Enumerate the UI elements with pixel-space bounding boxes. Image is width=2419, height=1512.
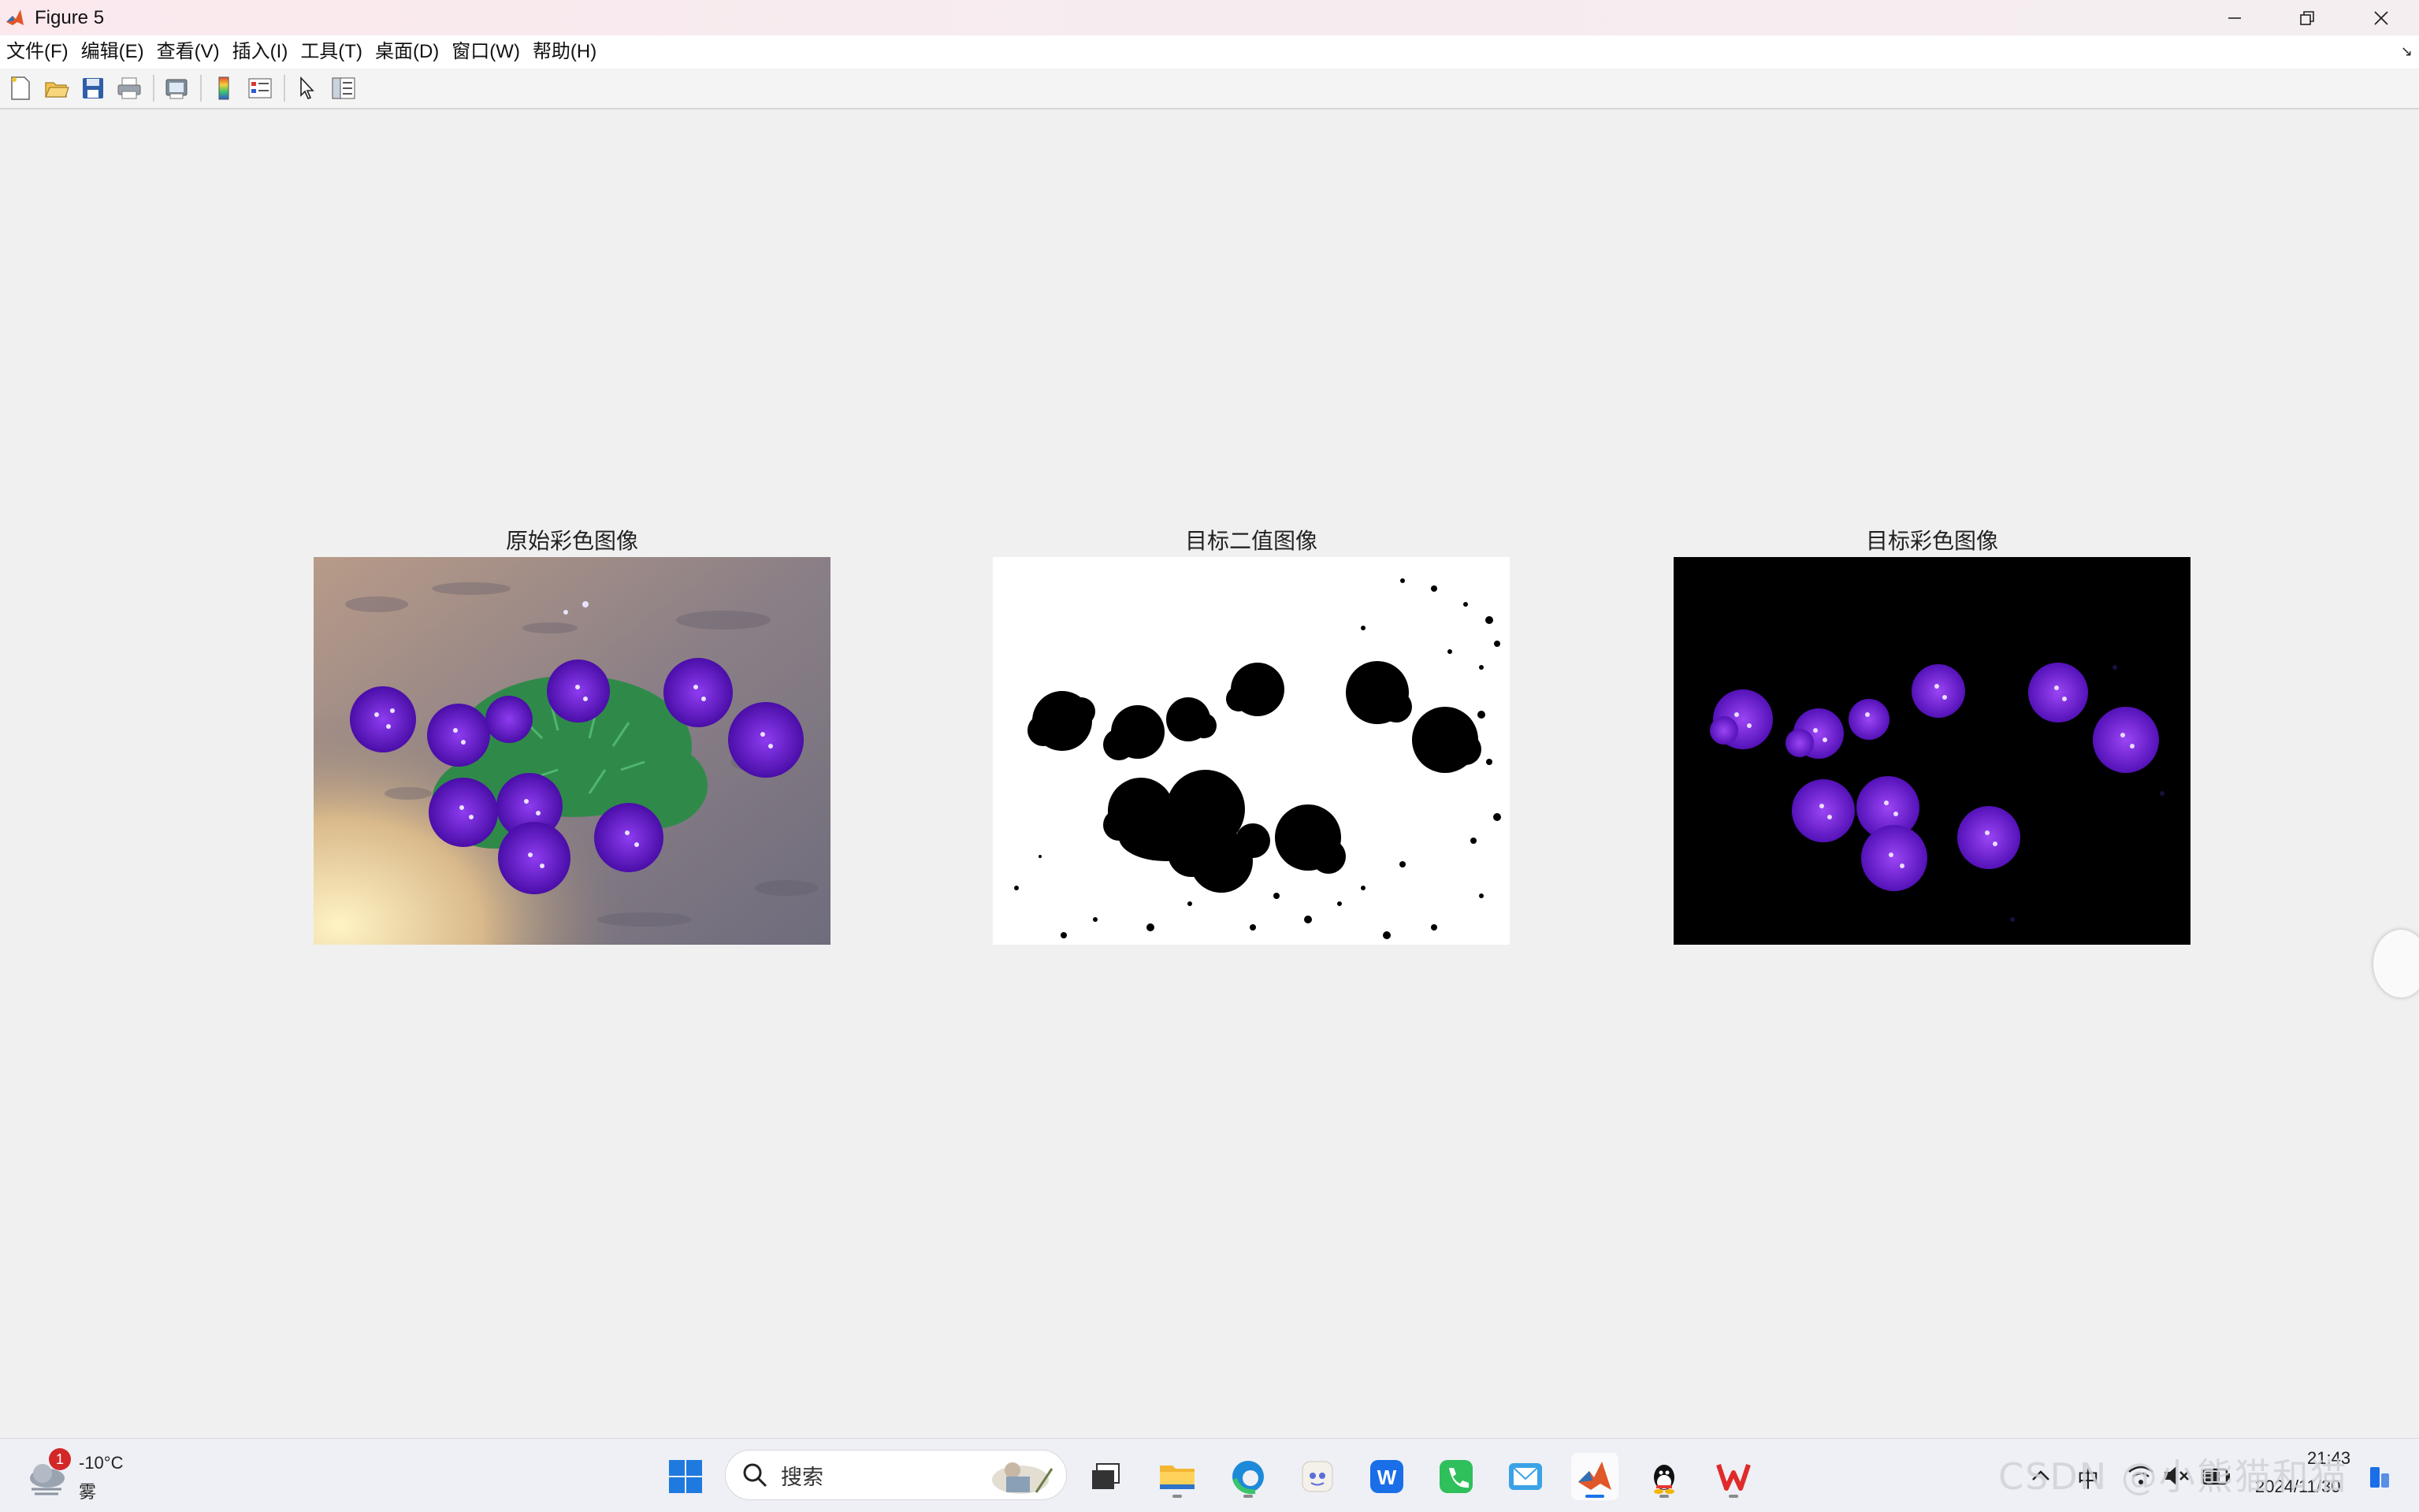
windows-taskbar: 1 -10°C 雾 搜索 W 中 21:43 2024/11/30 CSDN @… <box>0 1438 2419 1512</box>
taskbar-search-box[interactable]: 搜索 <box>725 1450 1067 1500</box>
taskbar-assistant-app[interactable] <box>1294 1453 1341 1500</box>
legend-icon <box>248 78 272 98</box>
mail-app-icon <box>1509 1463 1542 1490</box>
window-title: Figure 5 <box>35 6 105 28</box>
start-button[interactable] <box>662 1453 709 1500</box>
print-preview-button[interactable] <box>161 72 192 104</box>
menu-window[interactable]: 窗口(W) <box>445 35 526 69</box>
restore-icon <box>2300 10 2314 25</box>
segmented-flower-image <box>1674 557 2190 945</box>
weather-badge: 1 <box>49 1448 71 1470</box>
clock-date[interactable]: 2024/11/30 <box>2255 1477 2340 1497</box>
taskbar-edge[interactable] <box>1224 1453 1272 1500</box>
save-button[interactable] <box>77 72 109 104</box>
weather-widget[interactable]: 1 -10°C 雾 <box>22 1448 164 1505</box>
taskbar-task-view[interactable] <box>1083 1453 1130 1500</box>
dock-arrow-icon[interactable]: ↘ <box>2401 43 2413 60</box>
edit-plot-button[interactable] <box>292 72 323 104</box>
search-icon <box>743 1463 767 1488</box>
taskbar-wps[interactable] <box>1710 1453 1757 1500</box>
menu-file[interactable]: 文件(F) <box>0 35 75 69</box>
close-button[interactable] <box>2345 0 2417 35</box>
save-icon <box>83 78 103 98</box>
colorbar-button[interactable] <box>208 72 240 104</box>
axes-title-original: 原始彩色图像 <box>505 528 638 554</box>
taskbar-file-explorer[interactable] <box>1154 1453 1201 1500</box>
svg-text:W: W <box>1377 1466 1397 1489</box>
menu-tools[interactable]: 工具(T) <box>294 35 369 69</box>
weather-condition: 雾 <box>79 1482 97 1502</box>
search-highlight-illustration-icon <box>992 1462 1053 1494</box>
task-view-icon <box>1092 1463 1120 1489</box>
battery-icon[interactable] <box>2202 1466 2231 1488</box>
image-binary-mask <box>993 557 1510 945</box>
binary-mask-image <box>993 557 1510 945</box>
print-button[interactable] <box>113 72 145 104</box>
taskbar-qq[interactable] <box>1641 1453 1688 1500</box>
new-figure-button[interactable] <box>5 72 36 104</box>
chevron-up-icon[interactable] <box>2030 1466 2052 1488</box>
toolbar-separator <box>153 75 154 102</box>
toolbar-separator <box>200 75 202 102</box>
figure-toolbar <box>0 69 2419 110</box>
wifi-icon[interactable] <box>2127 1464 2154 1488</box>
matlab-icon <box>1578 1462 1611 1490</box>
volume-muted-icon[interactable] <box>2162 1464 2192 1488</box>
colorbar-icon <box>218 76 229 100</box>
menu-bar: 文件(F) 编辑(E) 查看(V) 插入(I) 工具(T) 桌面(D) 窗口(W… <box>0 35 2419 69</box>
matlab-figure-window: Figure 5 文件(F) 编辑(E) 查看(V) 插入(I) 工具(T) 桌… <box>0 0 2419 1512</box>
ime-indicator[interactable]: 中 <box>2077 1462 2099 1494</box>
menu-view[interactable]: 查看(V) <box>150 35 226 69</box>
minimize-icon <box>2228 17 2241 19</box>
image-original-color <box>314 557 830 945</box>
print-preview-icon <box>165 79 188 99</box>
close-icon <box>2374 10 2388 25</box>
assistant-app-icon <box>1302 1461 1333 1492</box>
clock-time[interactable]: 21:43 <box>2307 1448 2350 1469</box>
open-folder-icon <box>45 82 69 98</box>
qq-icon <box>1654 1465 1674 1494</box>
notification-icon[interactable] <box>2367 1466 2391 1489</box>
phone-link-icon <box>1440 1460 1473 1493</box>
property-editor-button[interactable] <box>328 72 359 104</box>
axes-title-binary: 目标二值图像 <box>1184 528 1317 554</box>
print-icon <box>117 77 141 99</box>
writer-app-icon: W <box>1370 1460 1403 1493</box>
wps-icon <box>1716 1464 1751 1491</box>
menu-edit[interactable]: 编辑(E) <box>75 35 150 69</box>
edge-browser-icon <box>1232 1461 1264 1495</box>
title-bar: Figure 5 <box>0 0 2419 35</box>
taskbar-mail-app[interactable] <box>1502 1453 1549 1500</box>
search-placeholder: 搜索 <box>781 1465 823 1489</box>
windows-start-icon <box>669 1460 702 1493</box>
new-figure-icon <box>11 76 30 100</box>
pointer-icon <box>300 76 314 99</box>
flower-photo-image <box>314 557 830 945</box>
taskbar-matlab[interactable] <box>1571 1453 1618 1500</box>
matlab-logo-icon <box>3 6 27 30</box>
property-editor-icon <box>332 77 355 99</box>
axes-title-target-color: 目标彩色图像 <box>1865 528 1998 554</box>
image-target-color <box>1674 557 2190 945</box>
taskbar-phone-link[interactable] <box>1432 1453 1480 1500</box>
minimize-button[interactable] <box>2198 0 2271 35</box>
menu-insert[interactable]: 插入(I) <box>226 35 295 69</box>
restore-button[interactable] <box>2271 0 2343 35</box>
file-explorer-icon <box>1160 1466 1195 1489</box>
toolbar-separator <box>284 75 285 102</box>
menu-help[interactable]: 帮助(H) <box>526 35 603 69</box>
weather-temp: -10°C <box>79 1453 124 1473</box>
figure-canvas: 原始彩色图像 目标二值图像 目标彩色图像 <box>0 111 2419 1438</box>
menu-desktop[interactable]: 桌面(D) <box>369 35 445 69</box>
open-button[interactable] <box>41 72 72 104</box>
legend-button[interactable] <box>244 72 276 104</box>
taskbar-writer-app[interactable]: W <box>1363 1453 1410 1500</box>
